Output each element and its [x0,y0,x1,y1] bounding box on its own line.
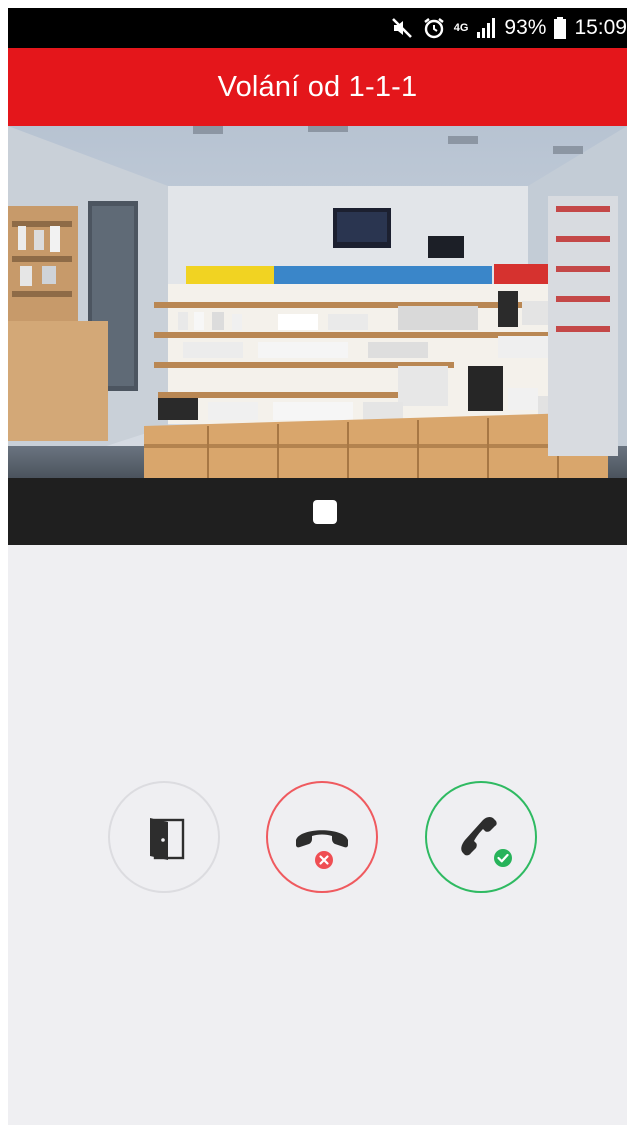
phone-accept-icon [461,816,512,867]
status-icons: 4G 93% 15:09 [390,8,627,48]
call-title: Volání od 1-1-1 [217,70,418,103]
phone-hangup-icon [296,830,348,869]
door-open-icon [150,818,185,860]
video-control-bar [8,478,627,545]
battery-level: 93% [504,16,547,39]
clock: 15:09 [574,16,627,39]
battery-icon [554,17,567,39]
mute-icon [390,16,414,40]
network-type: 4G [453,22,469,34]
decline-call-button[interactable] [266,781,378,893]
status-bar: 4G 93% 15:09 [8,8,627,48]
accept-call-button[interactable] [425,781,537,893]
app-bar: Volání od 1-1-1 [8,48,627,126]
camera-image [8,126,627,478]
screen: 4G 93% 15:09 Volání od 1-1-1 [8,8,627,1125]
camera-video-feed[interactable] [8,126,627,478]
signal-icon [476,17,496,39]
alarm-icon [422,16,446,40]
open-door-button[interactable] [108,781,220,893]
stop-video-button[interactable] [313,500,337,524]
